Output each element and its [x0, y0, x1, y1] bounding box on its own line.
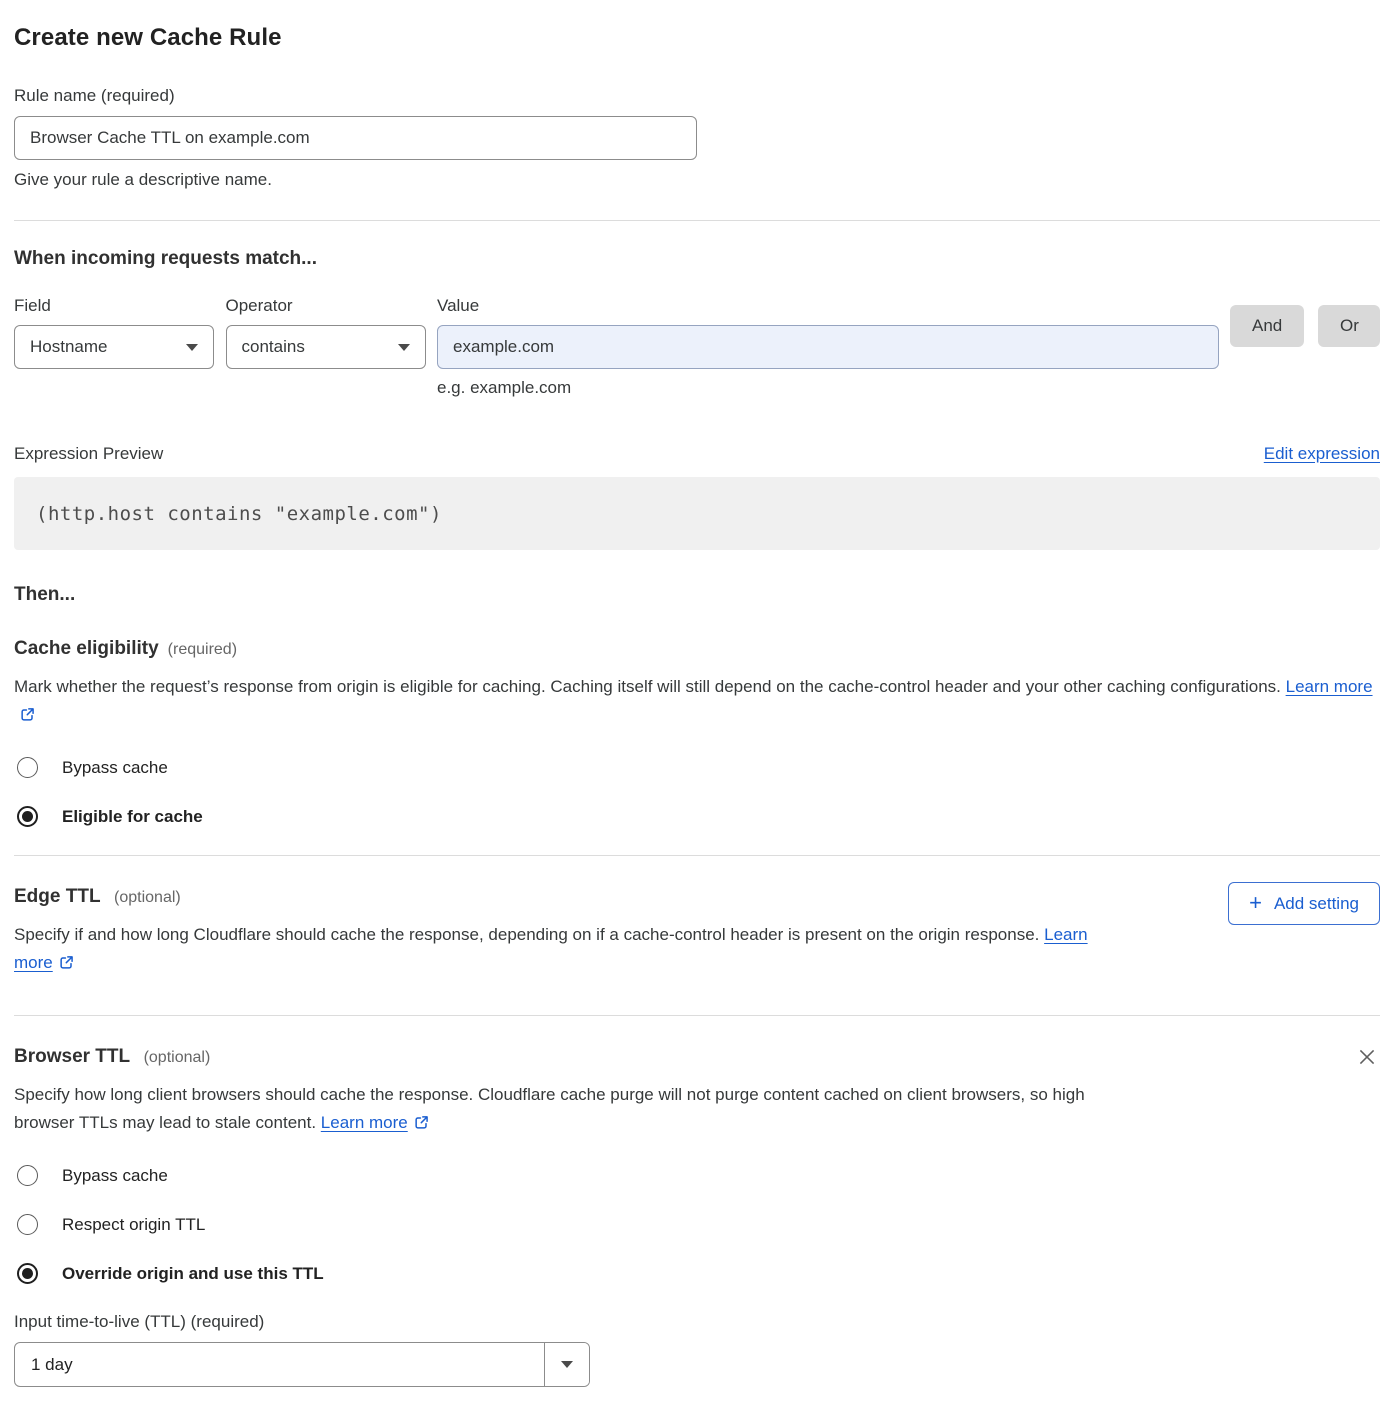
browser-ttl-learn-more-link[interactable]: Learn more [321, 1113, 408, 1132]
expression-header: Expression Preview Edit expression [14, 444, 1380, 464]
radio-icon [17, 757, 38, 778]
add-setting-label: Add setting [1274, 894, 1359, 914]
radio-icon [17, 1263, 38, 1284]
value-help: e.g. example.com [437, 378, 1219, 398]
radio-label: Respect origin TTL [62, 1215, 205, 1235]
radio-label: Override origin and use this TTL [62, 1264, 324, 1284]
radio-icon [17, 1165, 38, 1186]
radio-respect-origin-ttl[interactable]: Respect origin TTL [14, 1214, 205, 1235]
ttl-input-label: Input time-to-live (TTL) (required) [14, 1312, 1380, 1332]
browser-ttl-optional-badge: (optional) [144, 1049, 211, 1066]
browser-ttl-description-text: Specify how long client browsers should … [14, 1085, 1085, 1132]
browser-ttl-title: Browser TTL [14, 1046, 130, 1067]
add-setting-button[interactable]: + Add setting [1228, 882, 1380, 925]
edge-ttl-header: Edge TTL (optional) Specify if and how l… [14, 886, 1380, 979]
radio-override-origin-ttl[interactable]: Override origin and use this TTL [14, 1263, 324, 1284]
browser-ttl-options: Bypass cache Respect origin TTL Override… [14, 1165, 1380, 1284]
radio-icon [17, 1214, 38, 1235]
then-heading: Then... [14, 584, 1380, 606]
edge-ttl-title: Edge TTL [14, 886, 101, 907]
radio-eligible-for-cache[interactable]: Eligible for cache [14, 806, 203, 827]
radio-bypass-cache[interactable]: Bypass cache [14, 1165, 168, 1186]
operator-select-value: contains [242, 337, 305, 357]
cache-eligibility-description: Mark whether the request’s response from… [14, 673, 1380, 731]
radio-label: Bypass cache [62, 758, 168, 778]
chevron-down-icon [398, 344, 410, 351]
cache-eligibility-required-badge: (required) [168, 641, 237, 659]
radio-label: Bypass cache [62, 1166, 168, 1186]
ttl-select-arrow[interactable] [544, 1343, 589, 1386]
ttl-select-value: 1 day [15, 1343, 544, 1386]
close-icon [1356, 1046, 1378, 1068]
section-divider [14, 1015, 1380, 1016]
browser-ttl-description: Specify how long client browsers should … [14, 1081, 1114, 1139]
page-title: Create new Cache Rule [14, 24, 1380, 52]
operator-select[interactable]: contains [226, 325, 426, 369]
radio-bypass-cache[interactable]: Bypass cache [14, 757, 168, 778]
field-column: Field Hostname [14, 296, 226, 369]
andor-buttons: And Or [1219, 305, 1380, 347]
edge-ttl-description: Specify if and how long Cloudflare shoul… [14, 921, 1114, 979]
cache-eligibility-options: Bypass cache Eligible for cache [14, 757, 1380, 827]
and-button[interactable]: And [1230, 305, 1304, 347]
expression-code-block: (http.host contains "example.com") [14, 477, 1380, 550]
browser-ttl-header: Browser TTL (optional) Specify how long … [14, 1046, 1380, 1139]
radio-label: Eligible for cache [62, 807, 203, 827]
external-link-icon [414, 1111, 429, 1139]
field-select-value: Hostname [30, 337, 107, 357]
or-button[interactable]: Or [1318, 305, 1380, 347]
cache-eligibility-header: Cache eligibility (required) [14, 638, 1380, 660]
chevron-down-icon [186, 344, 198, 351]
cache-eligibility-learn-more-link[interactable]: Learn more [1286, 677, 1373, 696]
edge-ttl-optional-badge: (optional) [114, 889, 181, 906]
operator-label: Operator [226, 296, 438, 316]
external-link-icon [59, 951, 74, 979]
expression-code: (http.host contains "example.com") [36, 503, 442, 525]
field-select[interactable]: Hostname [14, 325, 214, 369]
expression-preview-label: Expression Preview [14, 444, 163, 464]
chevron-down-icon [561, 1361, 573, 1368]
section-divider [14, 220, 1380, 221]
value-column: Value e.g. example.com [437, 296, 1219, 398]
rule-name-help: Give your rule a descriptive name. [14, 170, 1380, 190]
field-label: Field [14, 296, 226, 316]
edit-expression-link[interactable]: Edit expression [1264, 444, 1380, 464]
external-link-icon [20, 703, 35, 731]
rule-name-input[interactable] [14, 116, 697, 160]
ttl-select[interactable]: 1 day [14, 1342, 590, 1387]
match-heading: When incoming requests match... [14, 248, 1380, 270]
section-divider [14, 855, 1380, 856]
radio-icon [17, 806, 38, 827]
condition-row: Field Hostname Operator contains Value e… [14, 296, 1380, 398]
operator-column: Operator contains [226, 296, 438, 369]
close-browser-ttl-button[interactable] [1354, 1044, 1380, 1073]
rule-name-label: Rule name (required) [14, 86, 1380, 106]
value-label: Value [437, 296, 1219, 316]
edge-ttl-description-text: Specify if and how long Cloudflare shoul… [14, 925, 1039, 944]
cache-eligibility-description-text: Mark whether the request’s response from… [14, 677, 1281, 696]
plus-icon: + [1249, 892, 1262, 914]
cache-eligibility-title: Cache eligibility [14, 638, 159, 660]
value-input[interactable] [437, 325, 1219, 369]
